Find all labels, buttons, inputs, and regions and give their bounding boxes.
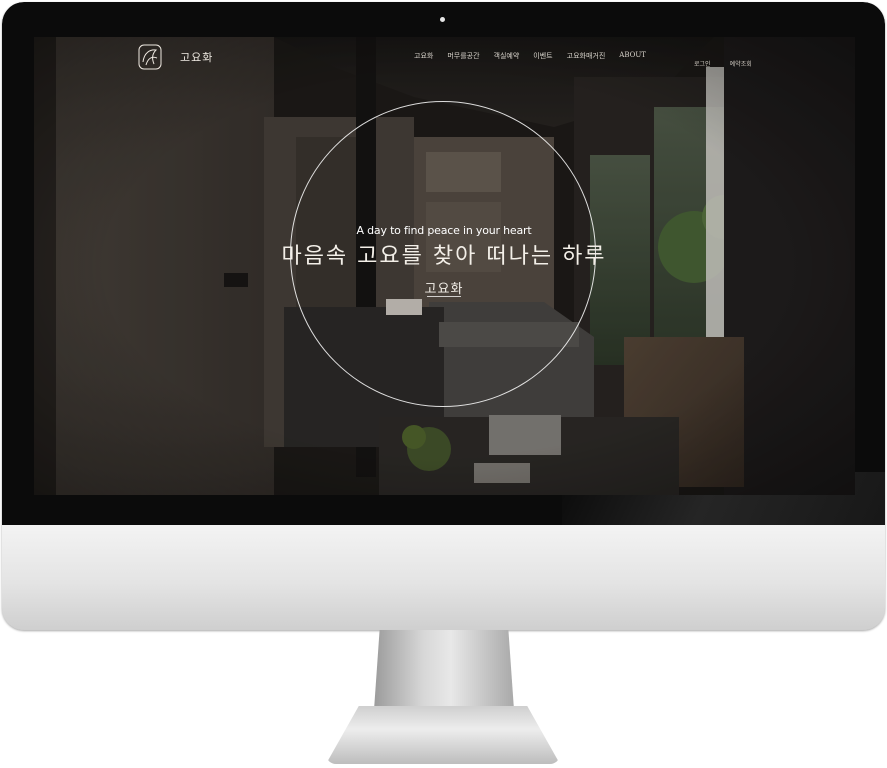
- monitor: 고요화 고요화 머무를공간 객실예약 이벤트 고요화매거진 ABOUT 로그인 …: [2, 2, 885, 630]
- screen-bezel: 고요화 고요화 머무를공간 객실예약 이벤트 고요화매거진 ABOUT 로그인 …: [2, 2, 885, 525]
- menu-item-goyohwa[interactable]: 고요화: [414, 51, 433, 65]
- menu-item-reservation[interactable]: 객실예약: [494, 51, 520, 65]
- utility-menu: 로그인 예약조회: [694, 51, 766, 70]
- camera-icon: [440, 17, 445, 22]
- monitor-chin: [2, 525, 885, 630]
- hero-brand-caption: 고요화: [424, 282, 464, 297]
- menu-item-spaces[interactable]: 머무를공간: [447, 51, 479, 65]
- login-link[interactable]: 로그인: [694, 61, 711, 68]
- hero-headline: 마음속 고요를 찾아 떠나는 하루: [281, 244, 607, 269]
- brand-name[interactable]: 고요화: [180, 49, 213, 65]
- hero-tagline-en: A day to find peace in your heart: [356, 224, 532, 237]
- imac-mockup: 고요화 고요화 머무를공간 객실예약 이벤트 고요화매거진 ABOUT 로그인 …: [0, 0, 887, 768]
- monitor-stand-foot: [326, 706, 560, 764]
- reservation-lookup-link[interactable]: 예약조회: [730, 61, 752, 68]
- menu-item-about[interactable]: ABOUT: [619, 51, 646, 65]
- main-menu: 고요화 머무를공간 객실예약 이벤트 고요화매거진 ABOUT: [414, 51, 660, 65]
- site-header: 고요화 고요화 머무를공간 객실예약 이벤트 고요화매거진 ABOUT 로그인 …: [34, 37, 855, 77]
- menu-item-magazine[interactable]: 고요화매거진: [567, 51, 606, 65]
- menu-item-events[interactable]: 이벤트: [533, 51, 552, 65]
- hero-brand-underline: [427, 296, 461, 297]
- monitor-stand-neck: [374, 630, 514, 710]
- website-screen: 고요화 고요화 머무를공간 객실예약 이벤트 고요화매거진 ABOUT 로그인 …: [34, 37, 855, 495]
- logo-icon[interactable]: [138, 44, 162, 70]
